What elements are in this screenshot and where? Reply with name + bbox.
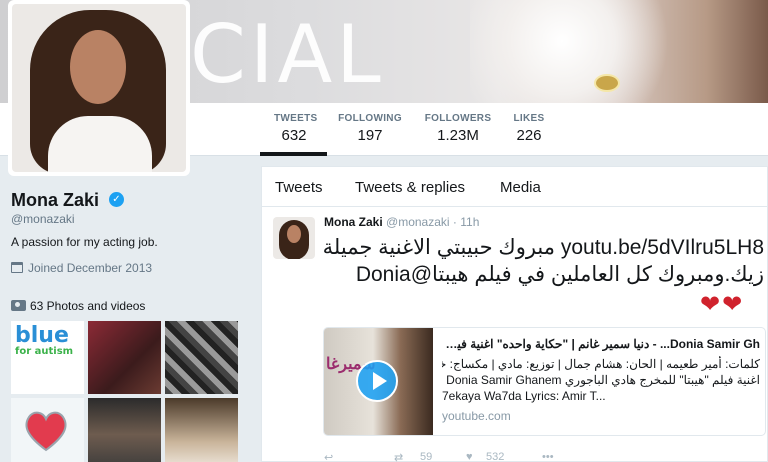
stat-tweets[interactable]: TWEETS 632 bbox=[274, 113, 318, 144]
stat-label: TWEETS bbox=[274, 113, 318, 124]
avatar-dress bbox=[48, 116, 152, 172]
card-desc-line: 7ekaya Wa7da Lyrics: Amir T... bbox=[442, 389, 606, 403]
camera-icon bbox=[11, 300, 26, 311]
heart-emoji: ❤❤ bbox=[700, 291, 745, 318]
tweet-avatar[interactable] bbox=[273, 217, 315, 259]
media-thumb[interactable] bbox=[165, 398, 238, 462]
media-thumb[interactable] bbox=[165, 321, 238, 394]
banner-ring bbox=[594, 74, 620, 92]
profile-name[interactable]: Mona Zaki bbox=[11, 190, 99, 211]
play-icon[interactable] bbox=[356, 360, 398, 402]
stat-label: FOLLOWERS bbox=[424, 113, 492, 124]
media-thumb[interactable]: blue for autism bbox=[11, 321, 84, 394]
heart-icon bbox=[25, 411, 67, 452]
link-card[interactable]: سميرغا Donia Samir Gh... - دنيا سمير غان… bbox=[323, 327, 766, 436]
media-thumb[interactable] bbox=[88, 321, 161, 394]
stat-value: 632 bbox=[281, 127, 307, 144]
verified-icon: ✓ bbox=[109, 192, 124, 207]
profile-handle[interactable]: @monazaki bbox=[11, 212, 75, 226]
card-title: Donia Samir Gh... - دنيا سمير غانم | "حك… bbox=[442, 337, 760, 351]
retweet-icon[interactable]: ⇄ bbox=[394, 451, 403, 462]
media-thumb[interactable] bbox=[11, 398, 84, 462]
autism-logo: blue for autism bbox=[15, 325, 73, 357]
autism-logo-line2: for autism bbox=[15, 346, 74, 357]
banner-text: CIAL bbox=[190, 8, 385, 101]
stat-value: 226 bbox=[516, 127, 542, 144]
joined-date: Joined December 2013 bbox=[11, 261, 152, 275]
photos-videos-link[interactable]: 63 Photos and videos bbox=[11, 299, 145, 313]
card-description: كلمات: أمير طعيمه | الحان: هشام جمال | ت… bbox=[442, 356, 760, 404]
stat-likes[interactable]: LIKES 226 bbox=[512, 113, 546, 144]
timeline-tabs: Tweets Tweets & replies Media bbox=[262, 167, 767, 207]
calendar-icon bbox=[11, 262, 23, 273]
video-thumbnail[interactable]: سميرغا bbox=[324, 328, 433, 435]
profile-avatar[interactable] bbox=[8, 0, 190, 176]
tweet-author-name[interactable]: Mona Zaki bbox=[324, 215, 383, 229]
tab-media[interactable]: Media bbox=[500, 179, 541, 196]
avatar-face bbox=[70, 30, 126, 104]
joined-text: Joined December 2013 bbox=[28, 261, 153, 275]
stat-followers[interactable]: FOLLOWERS 1.23M bbox=[424, 113, 492, 144]
tweet-avatar-face bbox=[287, 225, 301, 243]
more-icon[interactable]: ••• bbox=[542, 451, 554, 462]
like-icon[interactable]: ♥ bbox=[466, 451, 473, 462]
card-desc-line: كلمات: أمير طعيمه | الحان: هشام جمال | ت… bbox=[442, 357, 760, 371]
tweet[interactable]: Mona Zaki @monazaki · 11h youtu.be/5dVIl… bbox=[262, 208, 768, 462]
timeline: Tweets Tweets & replies Media Mona Zaki … bbox=[261, 166, 768, 462]
photos-videos-label: 63 Photos and videos bbox=[30, 299, 146, 313]
tab-tweets[interactable]: Tweets bbox=[275, 179, 323, 196]
stat-label: LIKES bbox=[513, 113, 545, 124]
tweet-actions: ↩ ⇄ 59 ♥ 532 ••• bbox=[324, 451, 624, 462]
media-thumb[interactable] bbox=[88, 398, 161, 462]
tweet-text: youtu.be/5dVIlru5LH8 مبروك حبيبتي الاغني… bbox=[322, 236, 764, 286]
avatar-photo bbox=[12, 4, 186, 172]
tweet-author-handle[interactable]: @monazaki bbox=[386, 215, 450, 229]
profile-bio: A passion for my acting job. bbox=[11, 235, 158, 249]
tweet-header: Mona Zaki @monazaki · 11h bbox=[324, 215, 479, 229]
banner-image bbox=[470, 0, 700, 103]
card-domain: youtube.com bbox=[442, 409, 511, 423]
active-stat-indicator bbox=[260, 152, 327, 156]
tab-tweets-replies[interactable]: Tweets & replies bbox=[355, 179, 465, 196]
autism-logo-line1: blue bbox=[15, 323, 69, 348]
like-count: 532 bbox=[486, 451, 505, 462]
retweet-count: 59 bbox=[420, 451, 433, 462]
stat-value: 197 bbox=[357, 127, 383, 144]
card-desc-line: اغنية فيلم "هيبتا" للمخرج هادي الباجوري … bbox=[442, 373, 760, 387]
stat-label: FOLLOWING bbox=[338, 113, 402, 124]
stat-value: 1.23M bbox=[437, 127, 479, 144]
reply-icon[interactable]: ↩ bbox=[324, 451, 333, 462]
tweet-timestamp[interactable]: · 11h bbox=[453, 215, 479, 229]
stat-following[interactable]: FOLLOWING 197 bbox=[338, 113, 402, 144]
